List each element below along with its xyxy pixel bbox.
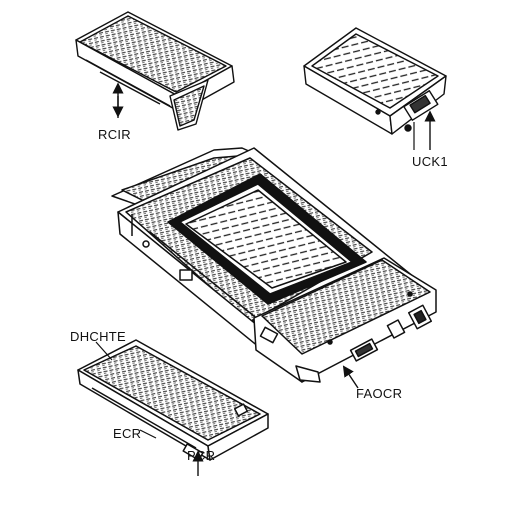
label-dhchte: DHCHTE (70, 329, 126, 344)
label-uck1: UCK1 (412, 154, 448, 169)
ecr-leader-line (139, 429, 157, 439)
label-ecr: ECR (113, 426, 142, 441)
label-faocr: FAOCR (356, 386, 403, 401)
exploded-device-diagram (75, 11, 447, 476)
bottom-left-cartridge (77, 339, 269, 461)
top-left-cartridge (75, 11, 235, 131)
main-device (111, 147, 437, 383)
top-right-module (303, 27, 447, 135)
label-pcr: PCR (187, 448, 216, 463)
label-rcir: RCIR (98, 127, 131, 142)
